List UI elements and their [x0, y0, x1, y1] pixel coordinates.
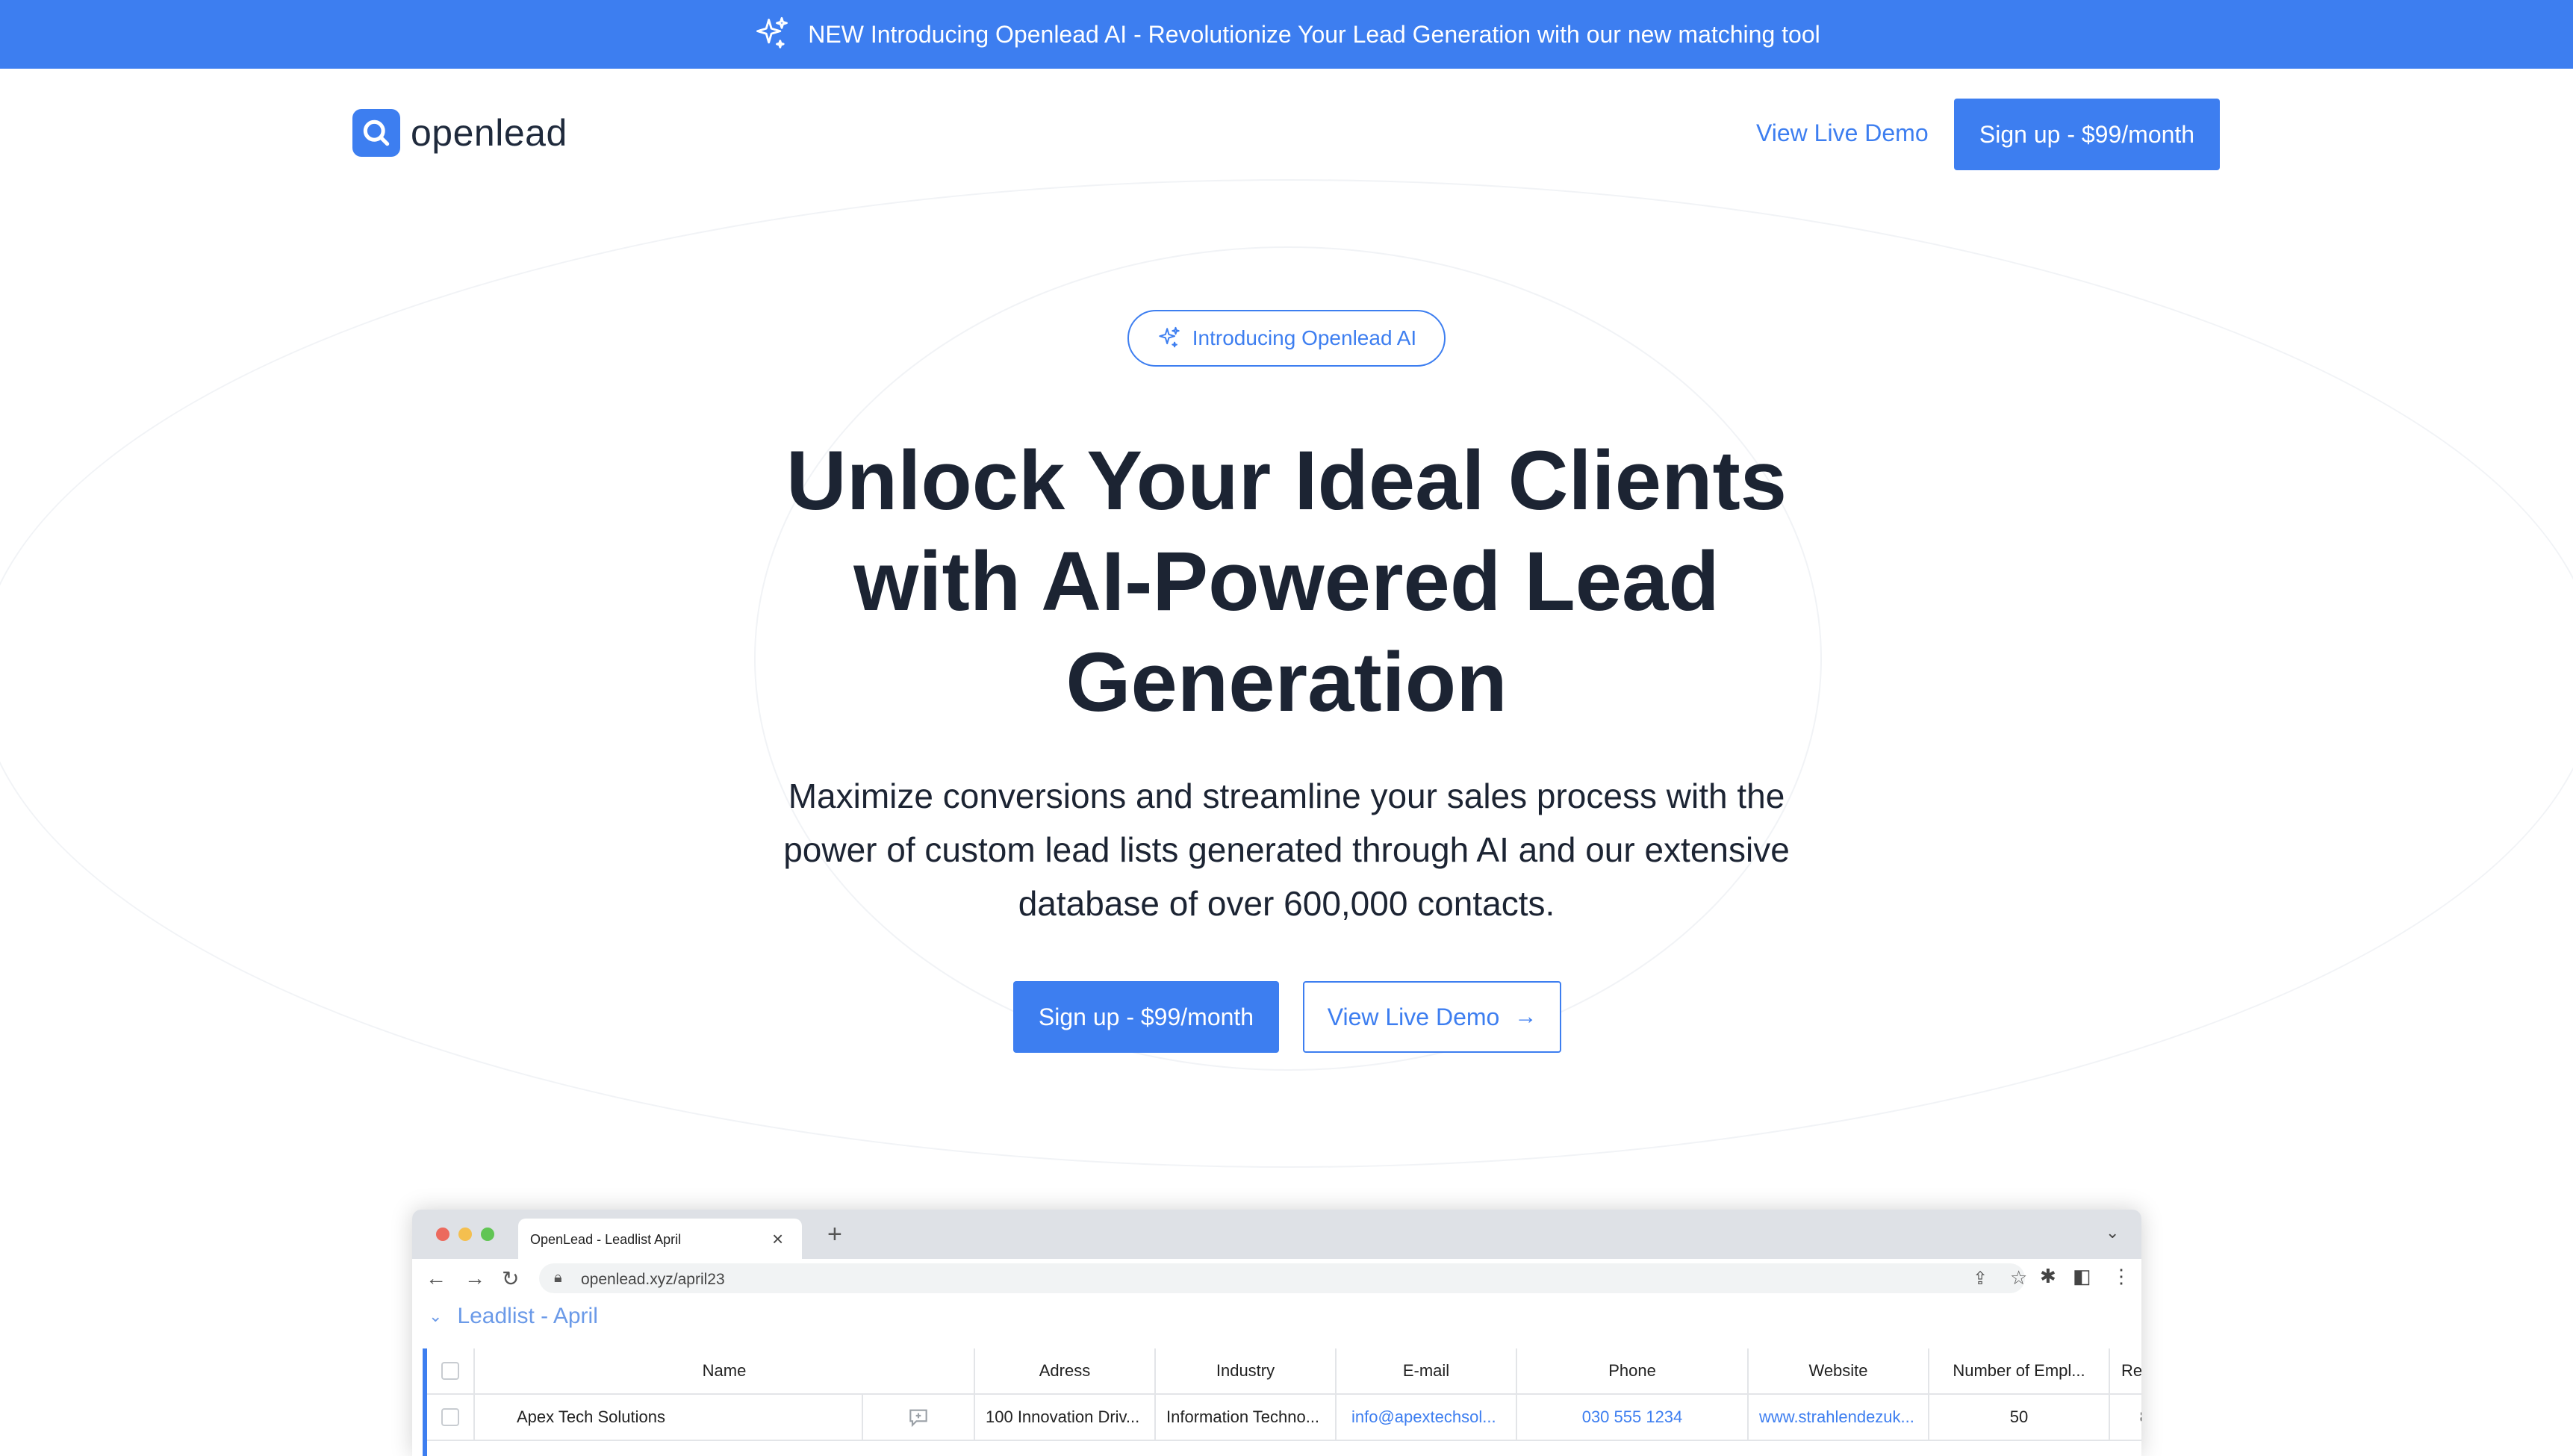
new-tab-icon[interactable]: + — [827, 1220, 842, 1249]
checkbox[interactable] — [441, 1362, 459, 1380]
table-cell-employees[interactable]: 50 — [1929, 1395, 2110, 1441]
sparkle-icon — [756, 16, 788, 49]
cell-name-text: Apex Tech Solutions — [517, 1407, 665, 1426]
logo[interactable]: openlead — [352, 109, 567, 157]
back-icon[interactable]: ← — [426, 1266, 447, 1290]
headline-line-1: Unlock Your Ideal Clients — [785, 434, 1788, 527]
hero-demo-button[interactable]: View Live Demo → — [1303, 981, 1561, 1053]
table-cell-address[interactable]: 100 Innovation Driv... — [975, 1395, 1156, 1441]
browser-tab-bar: OpenLead - Leadlist April × + ⌄ — [412, 1210, 2141, 1259]
headline-line-2: with AI-Powered Lead — [853, 535, 1720, 628]
table-header-name[interactable]: Name — [475, 1348, 975, 1395]
sidebar-icon[interactable]: ◧ — [2073, 1265, 2091, 1288]
table-header-industry[interactable]: Industry — [1156, 1348, 1337, 1395]
site-header: openlead View Live Demo Sign up - $99/mo… — [352, 97, 2221, 172]
star-icon[interactable]: ☆ — [2010, 1266, 2027, 1289]
window-minimize-dot[interactable] — [458, 1228, 472, 1241]
sparkle-icon — [1159, 326, 1180, 348]
address-bar: ← → ↻ 🔒︎ openlead.xyz/april23 ⇪ ☆ ✱ ◧ ⋮ — [412, 1259, 2141, 1298]
browser-mockup: OpenLead - Leadlist April × + ⌄ ← → ↻ 🔒︎… — [412, 1210, 2141, 1456]
menu-icon[interactable]: ⋮ — [2112, 1265, 2131, 1288]
table-header-phone[interactable]: Phone — [1517, 1348, 1749, 1395]
brand-name: openlead — [411, 112, 567, 154]
table-row-select[interactable] — [427, 1395, 475, 1441]
leadlist-heading[interactable]: ⌄ Leadlist - April — [429, 1304, 598, 1329]
table-cell-extra[interactable]: 8 — [2110, 1395, 2141, 1441]
url-field[interactable]: 🔒︎ openlead.xyz/april23 ⇪ ☆ — [539, 1263, 2027, 1293]
subtitle-line-2: power of custom lead lists generated thr… — [783, 830, 1790, 869]
window-maximize-dot[interactable] — [481, 1228, 494, 1241]
add-comment-icon[interactable] — [906, 1405, 930, 1429]
leadlist-title: Leadlist - April — [457, 1304, 598, 1328]
headline-line-3: Generation — [1065, 635, 1508, 729]
announcement-bar[interactable]: NEW Introducing Openlead AI - Revolution… — [0, 0, 2573, 69]
table-cell-name[interactable]: Apex Tech Solutions — [475, 1395, 863, 1441]
announcement-text: NEW Introducing Openlead AI - Revolution… — [808, 20, 1820, 48]
table-cell-phone[interactable]: 030 555 1234 — [1517, 1395, 1749, 1441]
table-header-adress[interactable]: Adress — [975, 1348, 1156, 1395]
hero-signup-button[interactable]: Sign up - $99/month — [1013, 981, 1279, 1053]
share-icon[interactable]: ⇪ — [1973, 1268, 1988, 1289]
table-cell-website[interactable]: www.strahlendezuk... — [1749, 1395, 1929, 1441]
signup-button[interactable]: Sign up - $99/month — [1954, 99, 2220, 170]
extensions-icon[interactable]: ✱ — [2040, 1265, 2056, 1288]
hero-headline: Unlock Your Ideal Clients with AI-Powere… — [615, 430, 1958, 732]
table-cell-email[interactable]: info@apextechsol... — [1337, 1395, 1517, 1441]
window-close-dot[interactable] — [436, 1228, 449, 1241]
table-header-employees[interactable]: Number of Empl... — [1929, 1348, 2110, 1395]
subtitle-line-1: Maximize conversions and streamline your… — [788, 777, 1785, 815]
badge-label: Introducing Openlead AI — [1192, 326, 1417, 349]
demo-button-label: View Live Demo — [1327, 1003, 1500, 1030]
table-header-select[interactable] — [427, 1348, 475, 1395]
table-cell-comment[interactable] — [863, 1395, 975, 1441]
chevron-down-icon: ⌄ — [429, 1307, 443, 1325]
forward-icon[interactable]: → — [464, 1266, 485, 1290]
lock-icon: 🔒︎ — [554, 1269, 562, 1286]
close-icon[interactable]: × — [772, 1228, 783, 1251]
hero-subtitle: Maximize conversions and streamline your… — [689, 769, 1884, 930]
table-header-email[interactable]: E-mail — [1337, 1348, 1517, 1395]
lead-table: Name Adress Industry E-mail Phone Websit… — [423, 1348, 2141, 1456]
chevron-down-icon[interactable]: ⌄ — [2106, 1223, 2119, 1242]
table-header-website[interactable]: Website — [1749, 1348, 1929, 1395]
search-logo-icon — [352, 109, 400, 157]
reload-icon[interactable]: ↻ — [502, 1266, 519, 1291]
introducing-ai-badge[interactable]: Introducing Openlead AI — [1127, 310, 1446, 367]
checkbox[interactable] — [441, 1408, 459, 1426]
url-text: openlead.xyz/april23 — [581, 1271, 725, 1288]
arrow-right-icon: → — [1514, 1004, 1537, 1029]
view-live-demo-link[interactable]: View Live Demo — [1756, 119, 1929, 147]
browser-tab[interactable]: OpenLead - Leadlist April × — [518, 1219, 802, 1259]
tab-title: OpenLead - Leadlist April — [530, 1232, 682, 1247]
subtitle-line-3: database of over 600,000 contacts. — [1018, 884, 1555, 923]
table-header-extra[interactable]: Re — [2110, 1348, 2141, 1395]
table-cell-industry[interactable]: Information Techno... — [1156, 1395, 1337, 1441]
